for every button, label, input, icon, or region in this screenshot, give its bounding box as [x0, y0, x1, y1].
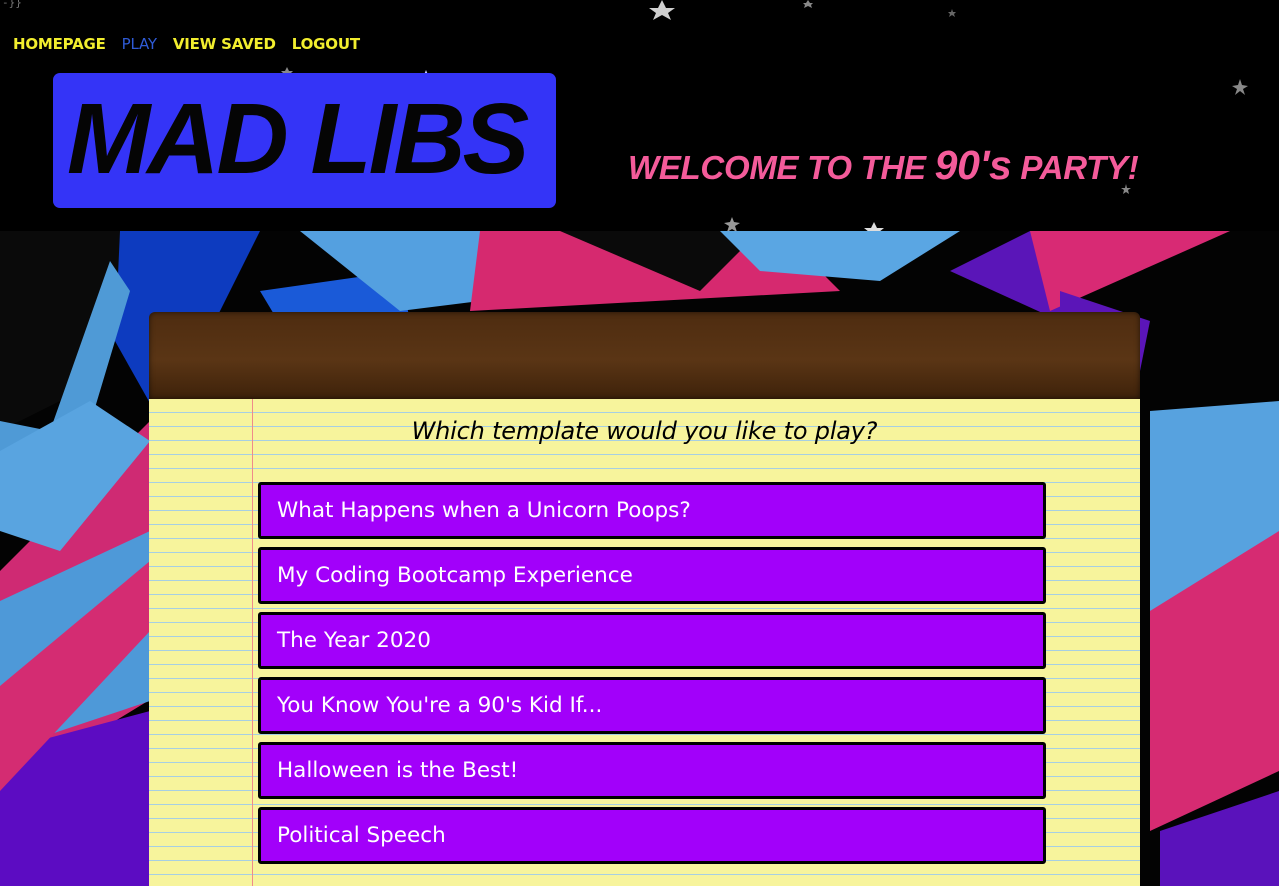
- margin-line: [252, 399, 253, 886]
- template-button-unicorn[interactable]: What Happens when a Unicorn Poops?: [258, 482, 1046, 539]
- star-shape: [803, 0, 813, 8]
- template-button-90s-kid[interactable]: You Know You're a 90's Kid If...: [258, 677, 1046, 734]
- template-button-coding-bootcamp[interactable]: My Coding Bootcamp Experience: [258, 547, 1046, 604]
- welcome-text-part3: PARTY!: [1011, 149, 1139, 186]
- star-shape: [864, 222, 884, 231]
- nav-homepage-link[interactable]: HOMEPAGE: [13, 35, 106, 53]
- nav-view-saved-link[interactable]: VIEW SAVED: [173, 35, 276, 53]
- stray-text: -}}: [2, 0, 22, 9]
- nav-play-link[interactable]: PLAY: [122, 35, 157, 53]
- welcome-text-90s: 90's: [934, 142, 1012, 188]
- template-button-political-speech[interactable]: Political Speech: [258, 807, 1046, 864]
- template-button-halloween[interactable]: Halloween is the Best!: [258, 742, 1046, 799]
- template-question: Which template would you like to play?: [411, 417, 878, 445]
- star-shape: [1232, 79, 1248, 95]
- main-nav: HOMEPAGE PLAY VIEW SAVED LOGOUT: [13, 35, 360, 53]
- lined-paper: Which template would you like to play? W…: [149, 399, 1140, 886]
- site-header: -}} HOMEPAGE PLAY VIEW SAVED LOGOUT MAD …: [0, 0, 1279, 231]
- logo-box: MAD LIBS: [53, 73, 556, 208]
- welcome-banner: WELCOME TO THE 90's PARTY!: [628, 142, 1139, 189]
- logo-text: MAD LIBS: [67, 83, 529, 195]
- welcome-text-part1: WELCOME TO THE: [628, 149, 935, 186]
- star-shape: [724, 217, 740, 231]
- clipboard-top: [149, 312, 1140, 399]
- star-shape: [649, 0, 675, 20]
- template-button-year-2020[interactable]: The Year 2020: [258, 612, 1046, 669]
- star-shape: [948, 9, 956, 17]
- notepad: Which template would you like to play? W…: [149, 312, 1140, 886]
- nav-logout-link[interactable]: LOGOUT: [292, 35, 360, 53]
